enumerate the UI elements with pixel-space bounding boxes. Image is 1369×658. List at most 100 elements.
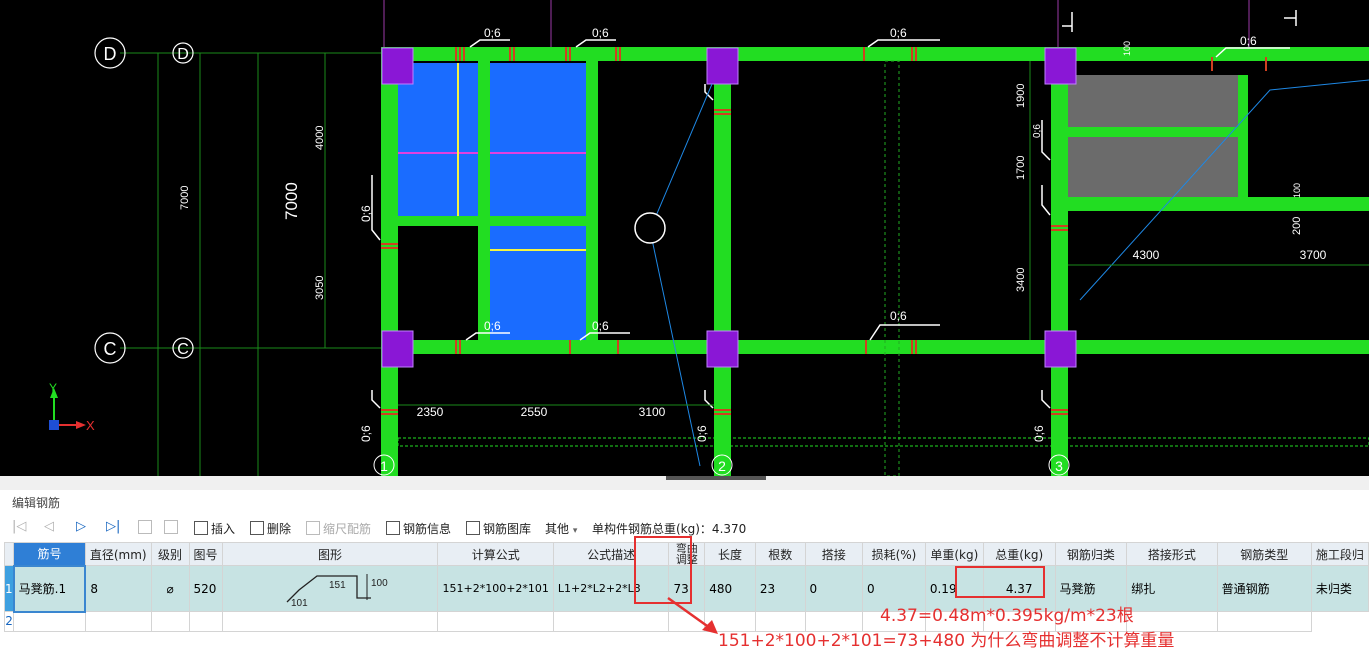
dim-2350: 2350	[417, 405, 444, 419]
scale-icon	[306, 521, 320, 535]
dim-1900: 1900	[1015, 84, 1027, 108]
cell-name[interactable]: 马凳筋.1	[12, 564, 87, 613]
rebar-tag: 0;6	[592, 26, 609, 40]
shape-label-b: 100	[371, 578, 388, 589]
col-header[interactable]: 筋号	[13, 542, 86, 566]
last-record-icon[interactable]: ▷|	[106, 519, 120, 534]
shape-label-c: 101	[291, 598, 308, 608]
row-number[interactable]: 2	[3, 611, 15, 632]
insert-label: 插入	[211, 522, 236, 536]
edit-rebar-panel: 编辑钢筋 |◁ ◁ ▷ ▷| 插入 删除 缩尺配筋 钢筋信息 钢筋图库 其他 ▾…	[0, 476, 1369, 658]
dim-200: 200	[1291, 217, 1303, 235]
axis-lines	[120, 0, 390, 476]
cell-empty[interactable]	[437, 611, 554, 632]
axis-label-c1: C	[104, 339, 117, 359]
cell-lap-form[interactable]: 绑扎	[1126, 565, 1218, 612]
cell-empty[interactable]	[150, 611, 190, 632]
rebar-tag: 0;6	[695, 425, 709, 442]
dim-7000-b: 7000	[282, 182, 301, 220]
rebar-info-button[interactable]: 钢筋信息	[386, 520, 451, 537]
cell-empty[interactable]	[84, 611, 152, 632]
cell-count[interactable]: 23	[754, 565, 806, 612]
cell-empty[interactable]	[188, 611, 223, 632]
cad-drawing-canvas[interactable]: D D C C 1 2 3 7000 7000 4000 3050 1900 1…	[0, 0, 1369, 476]
first-record-icon[interactable]: |◁	[12, 519, 26, 534]
col-header[interactable]: 损耗(%)	[862, 542, 926, 566]
scale-label: 缩尺配筋	[323, 522, 372, 536]
rebar-tag: 0;6	[484, 26, 501, 40]
cell-empty[interactable]	[1216, 611, 1312, 632]
info-icon	[386, 521, 400, 535]
rebar-tag: 0;6	[359, 205, 373, 222]
next-record-icon[interactable]: ▷	[76, 519, 86, 534]
panel-splitter[interactable]	[0, 476, 1369, 490]
dim-100-b: 100	[1292, 183, 1302, 198]
insert-icon	[194, 521, 208, 535]
delete-button[interactable]: 删除	[250, 520, 291, 537]
insert-button[interactable]: 插入	[194, 520, 235, 537]
col-header[interactable]: 钢筋类型	[1216, 542, 1312, 566]
dim-3100: 3100	[639, 405, 666, 419]
cell-grade[interactable]: ⌀	[150, 565, 190, 612]
move-down-icon[interactable]	[164, 520, 181, 535]
col-header[interactable]: 图形	[221, 542, 439, 566]
col-header[interactable]: 根数	[754, 542, 806, 566]
ucs-icon: Y X	[49, 381, 95, 433]
rebar-tag: 0;6	[1240, 34, 1257, 48]
cell-type[interactable]: 普通钢筋	[1216, 565, 1312, 612]
col-header[interactable]: 级别	[150, 542, 190, 566]
highlight-weight-box	[955, 566, 1045, 598]
ucs-x-label: X	[86, 418, 95, 433]
move-up-icon[interactable]	[138, 520, 155, 535]
cell-formula[interactable]: 151+2*100+2*101	[437, 565, 554, 612]
row-number[interactable]: 1	[3, 565, 15, 612]
cell-stage[interactable]: 未归类	[1310, 565, 1369, 612]
rebar-tag: 0;6	[1032, 124, 1043, 138]
dim-7000-a: 7000	[179, 186, 191, 210]
col-header[interactable]: 搭接	[804, 542, 864, 566]
annotation-line-1: 4.37=0.48m*0.395kg/m*23根	[880, 606, 1134, 626]
annotation-line-2: 151+2*100+2*101=73+480 为什么弯曲调整不计算重量	[718, 631, 1175, 651]
info-label: 钢筋信息	[403, 522, 452, 536]
corner-cell	[3, 542, 15, 566]
cell-diameter[interactable]: 8	[84, 565, 152, 612]
rebar-library-button[interactable]: 钢筋图库	[466, 520, 531, 537]
axis-label-d1: D	[104, 44, 117, 64]
dim-2550: 2550	[521, 405, 548, 419]
dim-100-a: 100	[1122, 41, 1132, 56]
dim-4300: 4300	[1133, 248, 1160, 262]
cell-shape-no[interactable]: 520	[188, 565, 223, 612]
other-menu-button[interactable]: 其他 ▾	[545, 520, 577, 537]
axis-label-d2: D	[177, 46, 189, 63]
prev-record-icon[interactable]: ◁	[44, 519, 54, 534]
ucs-y-label: Y	[49, 381, 57, 395]
col-header[interactable]: 单重(kg)	[924, 542, 984, 566]
col-header[interactable]: 总重(kg)	[982, 542, 1056, 566]
col-header[interactable]: 直径(mm)	[84, 542, 152, 566]
cell-empty[interactable]	[221, 611, 439, 632]
trash-icon	[250, 521, 264, 535]
col-header[interactable]: 搭接形式	[1126, 542, 1218, 566]
library-label: 钢筋图库	[483, 522, 532, 536]
cell-shape[interactable]: 151 100 101	[221, 565, 439, 612]
dim-4000: 4000	[314, 126, 326, 150]
other-label: 其他	[545, 522, 570, 536]
col-header[interactable]: 施工段归	[1310, 542, 1369, 566]
col-header[interactable]: 长度	[704, 542, 756, 566]
cell-lap[interactable]: 0	[804, 565, 864, 612]
rebar-shape-diagram: 151 100 101	[286, 574, 388, 609]
splitter-grip[interactable]	[666, 476, 766, 480]
rebar-tag: 0;6	[592, 319, 609, 333]
dim-3050: 3050	[314, 276, 326, 300]
axis-label-2: 2	[718, 458, 726, 474]
total-weight-label: 单构件钢筋总重(kg)：4.370	[592, 522, 747, 536]
cell-empty[interactable]	[13, 611, 86, 632]
axis-label-3: 3	[1055, 458, 1063, 474]
dim-1700: 1700	[1015, 156, 1027, 180]
cell-empty[interactable]	[552, 611, 670, 632]
col-header[interactable]: 图号	[188, 542, 223, 566]
rebar-tag: 0;6	[484, 319, 501, 333]
scale-rebar-button[interactable]: 缩尺配筋	[306, 520, 371, 537]
col-header[interactable]: 钢筋归类	[1054, 542, 1128, 566]
col-header[interactable]: 计算公式	[437, 542, 554, 566]
